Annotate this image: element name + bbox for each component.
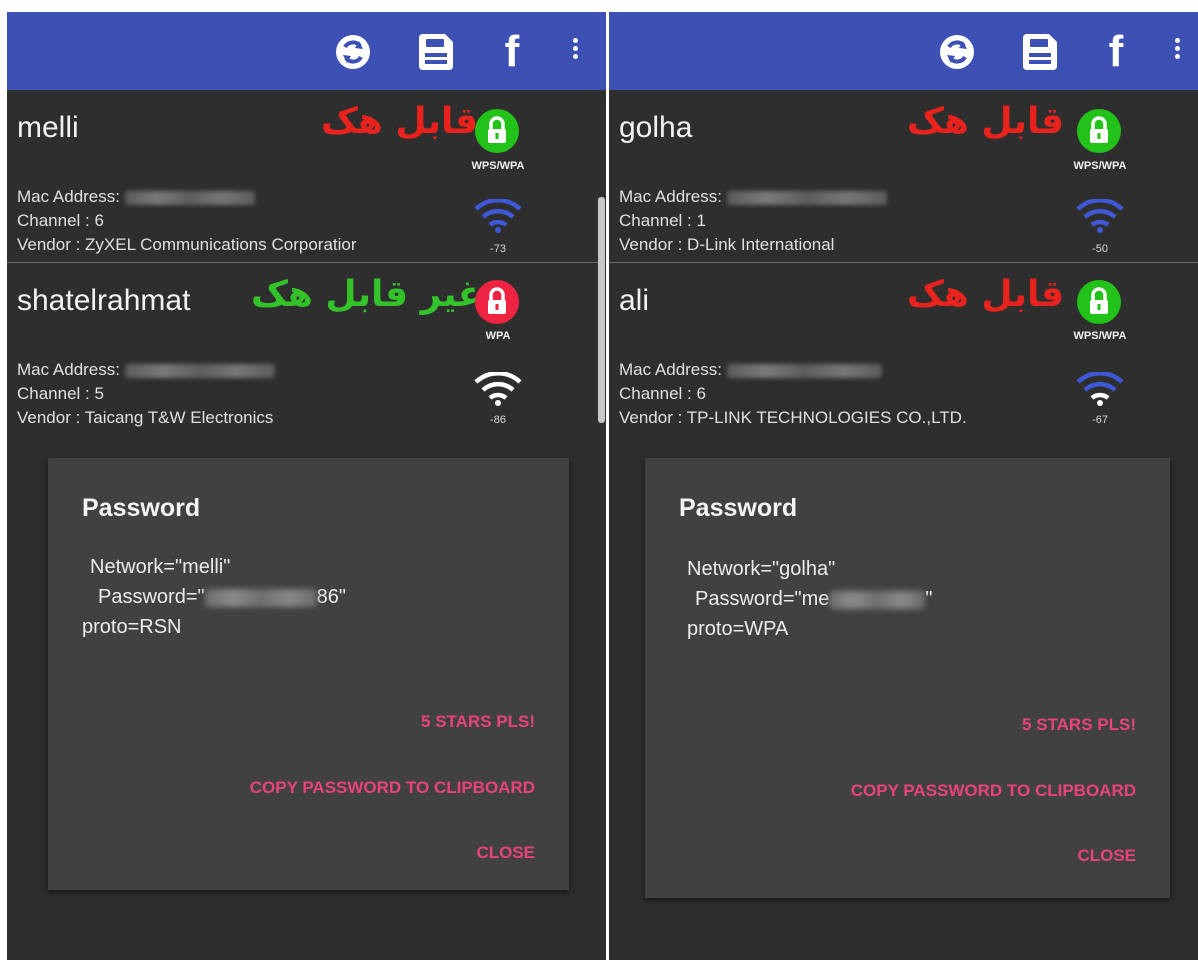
lock-icon	[475, 109, 519, 153]
save-icon[interactable]	[415, 32, 455, 72]
lock-icon	[475, 280, 519, 324]
network-ssid: ali	[619, 284, 650, 317]
security-type: WPS/WPA	[471, 160, 525, 172]
password-dialog: Password Network="melli" Password=" 86" p…	[48, 458, 569, 890]
channel: Channel : 6	[17, 211, 104, 230]
hackable-label: قابل هک	[907, 101, 1065, 142]
vendor: Vendor : Taicang T&W Electronics	[17, 408, 274, 427]
security-type: WPS/WPA	[1073, 160, 1127, 172]
signal-strength: -73	[490, 243, 506, 255]
mac-address: Mac Address:	[17, 187, 255, 207]
dialog-title: Password	[679, 494, 798, 522]
facebook-icon[interactable]: f	[499, 30, 525, 74]
lock-icon	[1077, 109, 1121, 153]
network-ssid: golha	[619, 111, 693, 144]
rate-button[interactable]: 5 STARS PLS!	[1022, 715, 1136, 735]
divider	[7, 262, 606, 263]
close-button[interactable]: CLOSE	[1077, 846, 1136, 866]
app-toolbar: f	[609, 12, 1198, 90]
hackable-label: قابل هک	[321, 101, 479, 142]
signal-strength: -67	[1092, 414, 1108, 426]
overflow-menu-icon[interactable]	[1171, 38, 1183, 68]
close-button[interactable]: CLOSE	[476, 843, 535, 863]
wifi-signal-icon	[1075, 371, 1125, 406]
scrollbar-thumb[interactable]	[598, 197, 605, 423]
wifi-signal-icon	[473, 371, 523, 406]
channel: Channel : 6	[619, 384, 706, 403]
hackable-label: قابل هک	[907, 274, 1065, 315]
network-line: Network="golha"	[687, 558, 836, 580]
facebook-icon[interactable]: f	[1103, 30, 1129, 74]
channel: Channel : 1	[619, 211, 706, 230]
dialog-title: Password	[82, 494, 201, 522]
password-dialog: Password Network="golha" Password="me " p…	[645, 458, 1170, 898]
vendor: Vendor : TP-LINK TECHNOLOGIES CO.,LTD.	[619, 408, 967, 427]
overflow-menu-icon[interactable]	[569, 38, 581, 68]
network-ssid: shatelrahmat	[17, 284, 191, 317]
rate-button[interactable]: 5 STARS PLS!	[421, 712, 535, 732]
signal-strength: -86	[490, 414, 506, 426]
network-line: Network="melli"	[90, 556, 231, 578]
network-item[interactable]: ali قابل هک WPS/WPA Mac Address: Channel…	[609, 264, 1198, 436]
network-ssid: melli	[17, 111, 79, 144]
network-item[interactable]: shatelrahmat غیر قابل هک WPA Mac Address…	[7, 264, 606, 436]
divider	[609, 262, 1198, 263]
password-line: Password=" 86"	[98, 586, 346, 608]
lock-icon	[1077, 280, 1121, 324]
copy-password-button[interactable]: COPY PASSWORD TO CLIPBOARD	[250, 778, 535, 798]
proto-line: proto=RSN	[82, 616, 182, 638]
proto-line: proto=WPA	[687, 618, 789, 640]
password-line: Password="me "	[695, 588, 933, 610]
sync-icon[interactable]	[333, 32, 373, 72]
mac-address: Mac Address:	[619, 360, 882, 380]
signal-strength: -50	[1092, 243, 1108, 255]
save-icon[interactable]	[1019, 32, 1059, 72]
vendor: Vendor : ZyXEL Communications Corporatio…	[17, 235, 357, 254]
copy-password-button[interactable]: COPY PASSWORD TO CLIPBOARD	[851, 781, 1136, 801]
security-type: WPA	[485, 330, 511, 342]
wifi-signal-icon	[473, 198, 523, 233]
app-toolbar: f	[7, 12, 606, 90]
sync-icon[interactable]	[937, 32, 977, 72]
mac-address: Mac Address:	[17, 360, 275, 380]
wifi-signal-icon	[1075, 198, 1125, 233]
right-screen: f golha قابل هک WPS/WPA Mac Address: Cha…	[609, 12, 1198, 960]
not-hackable-label: غیر قابل هک	[251, 274, 483, 315]
mac-address: Mac Address:	[619, 187, 887, 207]
security-type: WPS/WPA	[1073, 330, 1127, 342]
vendor: Vendor : D-Link International	[619, 235, 835, 254]
channel: Channel : 5	[17, 384, 104, 403]
network-item[interactable]: melli قابل هک WPS/WPA Mac Address: Chann…	[7, 91, 606, 263]
network-item[interactable]: golha قابل هک WPS/WPA Mac Address: Chann…	[609, 91, 1198, 263]
left-screen: f melli قابل هک WPS/WPA Mac Address: Cha…	[7, 12, 606, 960]
